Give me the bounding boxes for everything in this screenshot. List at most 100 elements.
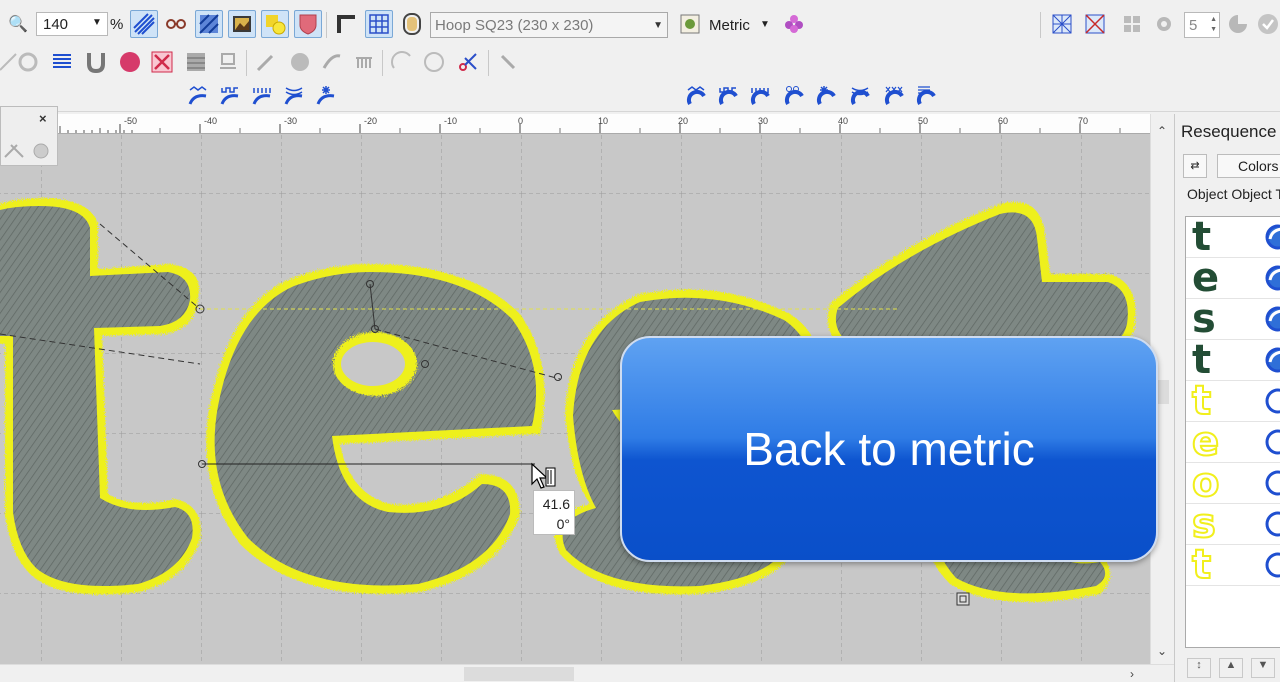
grid-icon[interactable] [365, 10, 393, 38]
picture-icon[interactable] [228, 10, 256, 38]
hatch-fill-icon[interactable] [195, 10, 223, 38]
satin-icon[interactable] [48, 48, 76, 76]
close-icon[interactable]: × [39, 111, 47, 126]
stepper-arrows-icon[interactable]: ▲ ▼ [1210, 15, 1217, 35]
ruler-tick-label: 0 [518, 116, 524, 126]
object-thumbnail: s [1191, 500, 1217, 548]
stitch-type-icon[interactable] [746, 82, 774, 110]
hoop-select[interactable]: Hoop SQ23 (230 x 230) ▼ [430, 12, 668, 38]
toolbar-area: 🔍 140 ▼ % Hoop SQ23 (230 x 230) ▼ Metric… [0, 0, 1280, 112]
stitch-type-icon[interactable] [280, 82, 308, 110]
move-up-icon[interactable]: ▲ [1219, 658, 1243, 678]
list-item[interactable]: s [1186, 296, 1280, 342]
select-all-icon[interactable] [1048, 10, 1076, 38]
needle-icon[interactable] [252, 48, 280, 76]
deselect-icon[interactable] [1081, 10, 1109, 38]
object-thumbnail: t [1191, 541, 1212, 589]
letter-e[interactable] [206, 264, 545, 594]
object-list[interactable]: testteost [1185, 216, 1280, 648]
list-item[interactable]: e [1186, 255, 1280, 301]
list-item[interactable]: t [1186, 337, 1280, 383]
tool-icons[interactable] [3, 139, 53, 163]
horizontal-scrollbar[interactable]: › [0, 664, 1174, 682]
pie-icon[interactable] [1224, 10, 1252, 38]
stitch-type-icon[interactable] [812, 82, 840, 110]
list-item[interactable]: t [1186, 541, 1280, 589]
fill-stitch-icon[interactable] [130, 10, 158, 38]
feather-icon[interactable] [318, 48, 346, 76]
shield-icon[interactable] [294, 10, 322, 38]
hoop-icon[interactable] [398, 10, 426, 38]
u-shape-icon[interactable] [82, 48, 110, 76]
flower-icon[interactable] [780, 10, 808, 38]
object-thumbnail: e [1192, 255, 1220, 301]
list-item[interactable]: t [1186, 377, 1280, 425]
fill-object-icon [1265, 347, 1280, 373]
outline-object-icon [1265, 552, 1280, 578]
ruler-corner-icon[interactable] [332, 10, 360, 38]
stitch-type-icon[interactable] [780, 82, 808, 110]
list-item[interactable]: t [1186, 217, 1280, 260]
pie-chart-icon[interactable] [286, 48, 314, 76]
stitch-type-icon[interactable] [714, 82, 742, 110]
stitch-type-icon[interactable] [880, 82, 908, 110]
glasses-icon[interactable] [162, 10, 190, 38]
gear-icon[interactable] [1150, 10, 1178, 38]
ring-icon[interactable] [420, 48, 448, 76]
colors-button[interactable]: Colors [1217, 154, 1280, 178]
panel-title: Resequence [1181, 122, 1277, 141]
toolbar-row-1: 🔍 140 ▼ % Hoop SQ23 (230 x 230) ▼ Metric… [0, 8, 1280, 42]
zoom-icon[interactable]: 🔍 [8, 14, 28, 34]
scroll-right-icon[interactable]: › [1130, 667, 1134, 681]
caption-text: Back to metric [743, 423, 1035, 475]
units-icon[interactable] [676, 10, 704, 38]
comb-icon[interactable] [350, 48, 378, 76]
object-thumbnail: e [1191, 418, 1220, 466]
stitch-type-icon[interactable] [248, 82, 276, 110]
split-icon[interactable]: ⇄ [1183, 154, 1207, 178]
check-icon[interactable] [1254, 10, 1280, 38]
ruler-tick-label: -30 [284, 116, 298, 126]
ruler-tick-label: -40 [204, 116, 218, 126]
object-thumbnail: o [1191, 459, 1221, 507]
units-select[interactable]: Metric [709, 17, 750, 34]
list-item[interactable]: e [1186, 418, 1280, 466]
list-column-headers: Object Object T [1187, 186, 1280, 202]
zoom-dropdown-icon[interactable]: ▼ [92, 17, 102, 28]
horizontal-ruler: -50 -40 -30 -20 -10 0 10 20 30 40 50 60 … [58, 114, 1150, 134]
outline-object-icon [1265, 388, 1280, 414]
color-shapes-icon[interactable] [261, 10, 289, 38]
stitch-type-icon[interactable] [184, 82, 212, 110]
stitch-type-icon[interactable] [312, 82, 340, 110]
circle-icon[interactable] [116, 48, 144, 76]
list-item[interactable]: o [1186, 459, 1280, 507]
fill-object-icon [1265, 265, 1280, 291]
rotate-icon[interactable] [14, 48, 42, 76]
move-icon[interactable]: ↕ [1187, 658, 1211, 678]
count-stepper[interactable]: 5 ▲ ▼ [1184, 12, 1220, 38]
scroll-down-icon[interactable]: ⌄ [1157, 644, 1167, 658]
scroll-up-icon[interactable]: ⌃ [1157, 124, 1167, 138]
units-dropdown-icon[interactable]: ▼ [760, 19, 770, 30]
pin-icon[interactable] [494, 48, 522, 76]
move-down-icon[interactable]: ▼ [1251, 658, 1275, 678]
arc-icon[interactable] [388, 48, 416, 76]
stitch-type-icon[interactable] [846, 82, 874, 110]
stitch-type-toolbar-left [180, 80, 360, 112]
outline-object-icon [1265, 511, 1280, 537]
stitch-type-icon[interactable] [682, 82, 710, 110]
scissors-icon[interactable] [454, 48, 482, 76]
stamp-icon[interactable] [214, 48, 242, 76]
list-item[interactable]: s [1186, 500, 1280, 548]
cross-stitch-icon[interactable] [148, 48, 176, 76]
stitch-type-icon[interactable] [912, 82, 940, 110]
group-icon[interactable] [1118, 10, 1146, 38]
object-thumbnail: t [1192, 337, 1212, 383]
ruler-tick-label: -50 [124, 116, 138, 126]
scroll-thumb[interactable] [464, 667, 574, 681]
ruler-tick-label: 50 [918, 116, 929, 126]
panel-footer: ↕ ▲ ▼ [1183, 654, 1280, 680]
chevron-down-icon: ▼ [653, 20, 663, 31]
stitch-type-icon[interactable] [216, 82, 244, 110]
texture-icon[interactable] [182, 48, 210, 76]
